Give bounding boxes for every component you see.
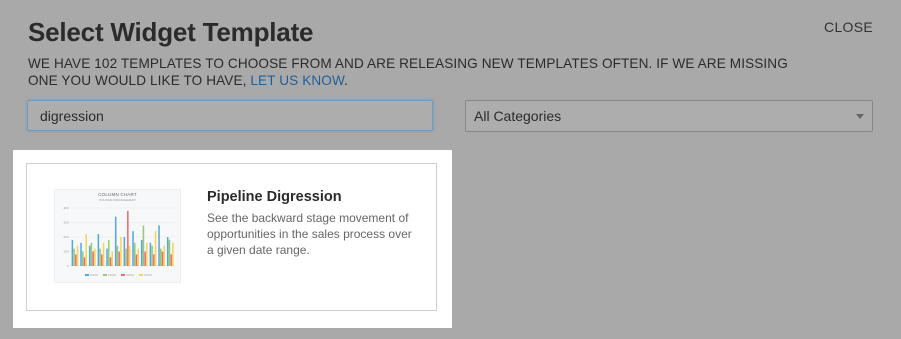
search-input[interactable]: [27, 100, 433, 131]
description-end: .: [344, 73, 349, 88]
thumbnail-bar: [172, 242, 174, 266]
thumbnail-legend-label: [90, 274, 98, 276]
thumbnail-bar: [118, 251, 120, 266]
thumbnail-bar: [134, 242, 136, 266]
thumbnail-y-tick: 200: [63, 235, 69, 239]
thumbnail-bar: [80, 242, 82, 266]
thumbnail-bar: [75, 254, 77, 266]
thumbnail-bar: [127, 210, 129, 266]
thumbnail-bar: [142, 225, 145, 266]
let-us-know-link[interactable]: LET US KNOW: [250, 73, 344, 88]
thumbnail-legend-swatch: [103, 274, 107, 276]
thumbnail-bar: [166, 237, 169, 266]
thumbnail-bar: [76, 245, 79, 266]
close-button[interactable]: CLOSE: [824, 19, 873, 35]
category-select[interactable]: All Categories: [465, 100, 873, 132]
dialog-title: Select Widget Template: [28, 17, 314, 47]
thumbnail-bar: [128, 245, 131, 266]
thumbnail-bar: [158, 225, 160, 266]
thumbnail-bar: [149, 242, 152, 266]
thumbnail-y-tick: 0: [67, 264, 69, 268]
thumbnail-bar: [140, 239, 143, 266]
thumbnail-bar: [111, 251, 113, 266]
thumbnail-y-tick: 100: [63, 250, 69, 254]
thumbnail-bar: [135, 254, 138, 266]
thumbnail-bar: [109, 257, 112, 266]
thumbnail-bar: [90, 242, 93, 266]
thumbnail-bar: [123, 237, 126, 266]
thumbnail-y-tick: 400: [63, 206, 69, 210]
thumbnail-bar: [92, 251, 94, 266]
thumbnail-bar: [144, 251, 146, 266]
thumbnail-legend-label: [126, 274, 134, 276]
thumbnail-bar: [125, 248, 127, 266]
thumbnail-bar: [120, 237, 122, 266]
thumbnail-bar: [101, 254, 103, 266]
thumbnail-legend-label: [144, 274, 152, 276]
thumbnail-bar: [154, 231, 157, 266]
thumbnail-bar: [83, 257, 86, 266]
thumbnail-bar: [146, 242, 148, 266]
dialog-description: WE HAVE 102 TEMPLATES TO CHOOSE FROM AND…: [28, 55, 798, 89]
thumbnail-bar: [108, 239, 110, 266]
template-thumbnail: COLUMN CHART SOURCE ARRANGEMENT 400 300 20…: [54, 189, 181, 283]
template-card[interactable]: COLUMN CHART SOURCE ARRANGEMENT 400 300 20…: [26, 163, 437, 311]
category-select-value: All Categories: [474, 108, 562, 124]
thumbnail-bar: [106, 248, 108, 266]
description-text: WE HAVE 102 TEMPLATES TO CHOOSE FROM AND…: [28, 56, 788, 88]
thumbnail-bar: [94, 248, 96, 266]
thumbnail-legend-swatch: [121, 274, 125, 276]
thumbnail-bar: [99, 248, 101, 266]
thumbnail-legend-swatch: [139, 274, 143, 276]
template-description: See the backward stage movement of oppor…: [207, 211, 412, 257]
thumbnail-bar: [168, 239, 171, 266]
thumbnail-bar: [160, 248, 162, 266]
thumbnail-bar: [170, 254, 172, 266]
chevron-down-icon: [856, 114, 864, 119]
thumbnail-bar: [163, 245, 165, 266]
thumbnail-legend-swatch: [85, 274, 89, 276]
thumbnail-bar: [153, 254, 155, 266]
thumbnail-bar: [88, 245, 91, 266]
thumbnail-bar: [102, 242, 105, 266]
thumbnail-bar: [137, 248, 139, 266]
thumbnail-bar: [85, 234, 87, 266]
thumbnail-bar: [97, 234, 100, 266]
thumbnail-bar: [73, 248, 75, 266]
thumbnail-chart: 400 300 200 100 0: [63, 206, 175, 276]
thumbnail-bar: [71, 239, 74, 266]
template-title: Pipeline Digression: [207, 189, 342, 205]
thumbnail-y-tick: 300: [63, 221, 69, 225]
thumbnail-bar: [151, 245, 153, 266]
thumbnail-bar: [132, 231, 134, 266]
thumbnail-bar: [114, 216, 117, 266]
thumbnail-bar: [116, 245, 119, 266]
thumbnail-bar: [161, 251, 164, 266]
thumbnail-bar: [82, 251, 84, 266]
thumbnail-legend-label: [108, 274, 116, 276]
